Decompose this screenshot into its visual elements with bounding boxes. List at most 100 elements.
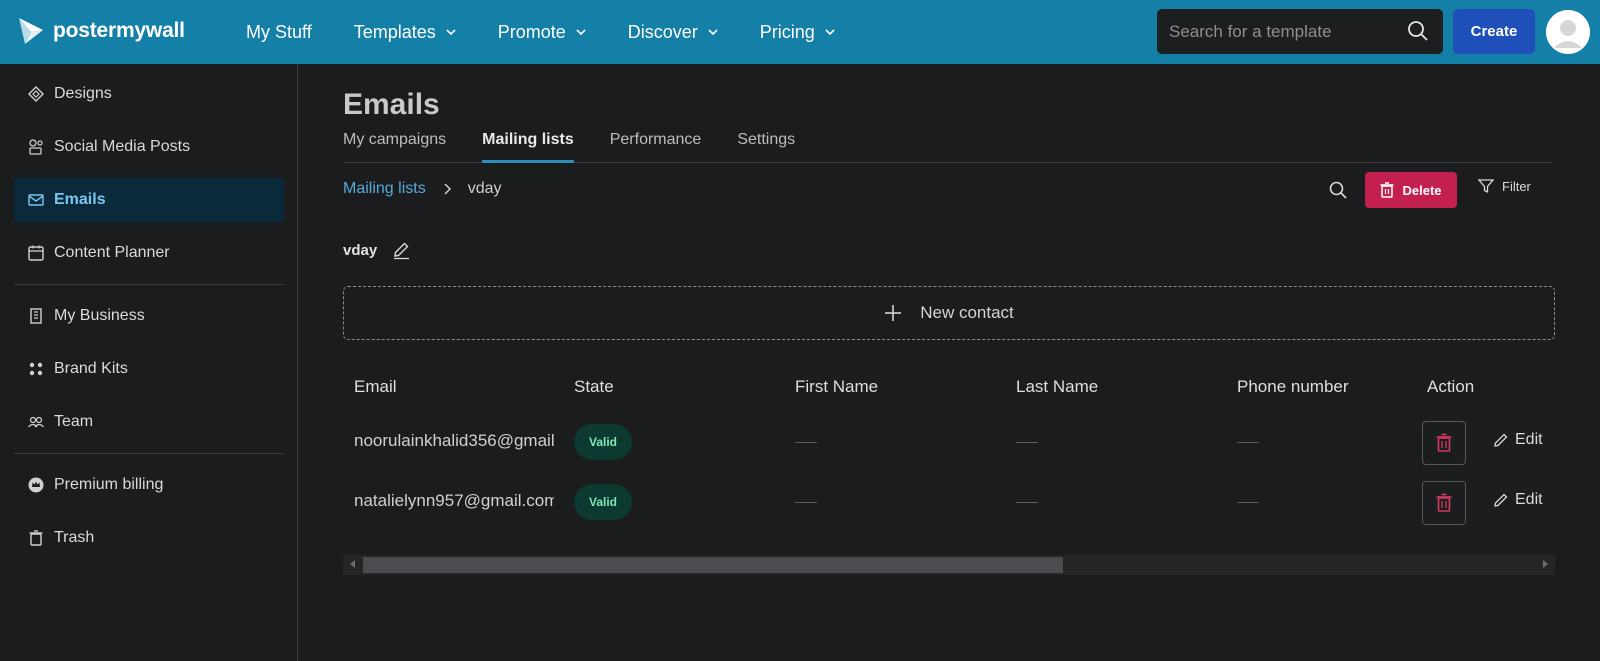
sidebar-item-label: Brand Kits — [54, 360, 128, 377]
filter-icon — [1478, 179, 1494, 194]
building-icon — [26, 306, 46, 326]
sidebar-item-my-business[interactable]: My Business — [14, 294, 284, 338]
nav-discover[interactable]: Discover — [628, 22, 718, 43]
nav-label: Pricing — [759, 21, 815, 42]
sidebar-divider — [14, 453, 284, 454]
sidebar-item-emails[interactable]: Emails — [14, 178, 284, 222]
sidebar-item-brand-kits[interactable]: Brand Kits — [14, 347, 284, 391]
column-header-action: Action — [1427, 377, 1475, 396]
first-name-cell — [795, 442, 817, 443]
list-name: vday — [343, 241, 378, 259]
nav-pricing[interactable]: Pricing — [760, 22, 835, 43]
nav-promote[interactable]: Promote — [498, 22, 586, 43]
brand-kits-icon — [26, 359, 46, 379]
sidebar-item-label: Trash — [54, 529, 95, 546]
pencil-icon — [1494, 493, 1508, 507]
chevron-down-icon — [708, 29, 718, 36]
top-bar: postermywall My Stuff Templates Promote … — [0, 0, 1600, 64]
chevron-down-icon — [446, 29, 456, 36]
search-icon[interactable] — [1407, 20, 1429, 42]
first-name-cell — [795, 502, 817, 503]
sidebar-item-trash[interactable]: Trash — [14, 516, 284, 560]
filter-button[interactable]: Filter — [1478, 178, 1531, 194]
breadcrumb-parent-link[interactable]: Mailing lists — [343, 180, 426, 198]
trash-icon — [26, 528, 46, 548]
edit-label: Edit — [1515, 431, 1543, 448]
delete-row-button[interactable] — [1422, 421, 1466, 465]
crown-icon — [26, 475, 46, 495]
edit-label: Edit — [1515, 491, 1543, 508]
last-name-cell — [1016, 502, 1038, 503]
sidebar-item-content-planner[interactable]: Content Planner — [14, 231, 284, 275]
nav-my-stuff[interactable]: My Stuff — [246, 22, 312, 43]
social-media-icon — [26, 137, 46, 157]
column-header-email[interactable]: Email — [354, 377, 397, 397]
nav-label: My Stuff — [246, 21, 312, 42]
breadcrumb: Mailing lists vday — [343, 180, 501, 198]
pencil-icon[interactable] — [391, 240, 411, 260]
trash-icon — [1436, 433, 1452, 452]
nav-templates[interactable]: Templates — [354, 22, 456, 43]
column-header-last-name[interactable]: Last Name — [1016, 377, 1098, 397]
new-contact-button[interactable]: New contact — [343, 286, 1555, 340]
mail-icon — [26, 190, 46, 210]
sidebar-divider — [14, 284, 284, 285]
sidebar-item-label: Premium billing — [54, 476, 164, 493]
tab-mailing-lists[interactable]: Mailing lists — [482, 131, 574, 163]
sidebar-item-label: My Business — [54, 307, 145, 324]
trash-icon — [1380, 182, 1394, 198]
designs-icon — [26, 84, 46, 104]
calendar-icon — [26, 243, 46, 263]
brand-name: postermywall — [53, 19, 185, 42]
scrollbar-thumb[interactable] — [363, 557, 1063, 573]
nav-label: Promote — [497, 21, 566, 42]
tab-bar: My campaigns Mailing lists Performance S… — [343, 131, 1553, 163]
sidebar-item-label: Emails — [54, 191, 106, 208]
search-input[interactable] — [1169, 21, 1399, 42]
email-cell: noorulainkhalid356@gmail.com — [354, 431, 554, 450]
sidebar-item-social-media-posts[interactable]: Social Media Posts — [14, 125, 284, 169]
create-button[interactable]: Create — [1453, 9, 1535, 54]
phone-cell — [1237, 442, 1259, 443]
scroll-left-arrow-icon[interactable] — [350, 560, 355, 568]
column-header-phone-number[interactable]: Phone number — [1237, 377, 1349, 397]
pencil-icon — [1494, 433, 1508, 447]
sidebar-item-designs[interactable]: Designs — [14, 72, 284, 116]
status-badge: Valid — [574, 424, 632, 460]
sidebar-item-premium-billing[interactable]: Premium billing — [14, 463, 284, 507]
column-header-state[interactable]: State — [574, 377, 614, 397]
horizontal-scrollbar[interactable] — [343, 555, 1555, 575]
delete-button[interactable]: Delete — [1365, 172, 1457, 208]
sidebar: Designs Social Media Posts Emails Conten… — [0, 64, 298, 661]
nav-label: Templates — [353, 21, 436, 42]
phone-cell — [1237, 502, 1259, 503]
tab-performance[interactable]: Performance — [610, 131, 702, 163]
last-name-cell — [1016, 442, 1038, 443]
brand-logo-icon — [19, 18, 43, 44]
tab-settings[interactable]: Settings — [737, 131, 795, 163]
plus-icon — [885, 305, 902, 321]
chevron-right-icon — [444, 183, 451, 195]
edit-row-button[interactable]: Edit — [1493, 491, 1543, 509]
chevron-down-icon — [576, 29, 586, 36]
list-name-heading: vday — [343, 240, 411, 260]
team-icon — [26, 412, 46, 432]
sidebar-item-team[interactable]: Team — [14, 400, 284, 444]
table-row: noorulainkhalid356@gmail.com Valid Edit — [343, 412, 1555, 472]
avatar[interactable] — [1546, 10, 1590, 54]
edit-row-button[interactable]: Edit — [1493, 431, 1543, 449]
breadcrumb-current: vday — [467, 180, 502, 197]
table-row: natalielynn957@gmail.com Valid Edit — [343, 472, 1555, 532]
delete-label: Delete — [1402, 182, 1442, 198]
scroll-right-arrow-icon[interactable] — [1543, 560, 1548, 568]
main-nav: My Stuff Templates Promote Discover Pric… — [246, 0, 877, 64]
status-badge: Valid — [574, 484, 632, 520]
search-icon[interactable] — [1328, 180, 1348, 200]
new-contact-label: New contact — [920, 303, 1014, 322]
tab-my-campaigns[interactable]: My campaigns — [343, 131, 446, 163]
column-header-first-name[interactable]: First Name — [795, 377, 878, 397]
delete-row-button[interactable] — [1422, 481, 1466, 525]
nav-label: Discover — [627, 21, 698, 42]
sidebar-item-label: Content Planner — [54, 244, 170, 261]
brand-logo[interactable]: postermywall — [17, 16, 185, 46]
